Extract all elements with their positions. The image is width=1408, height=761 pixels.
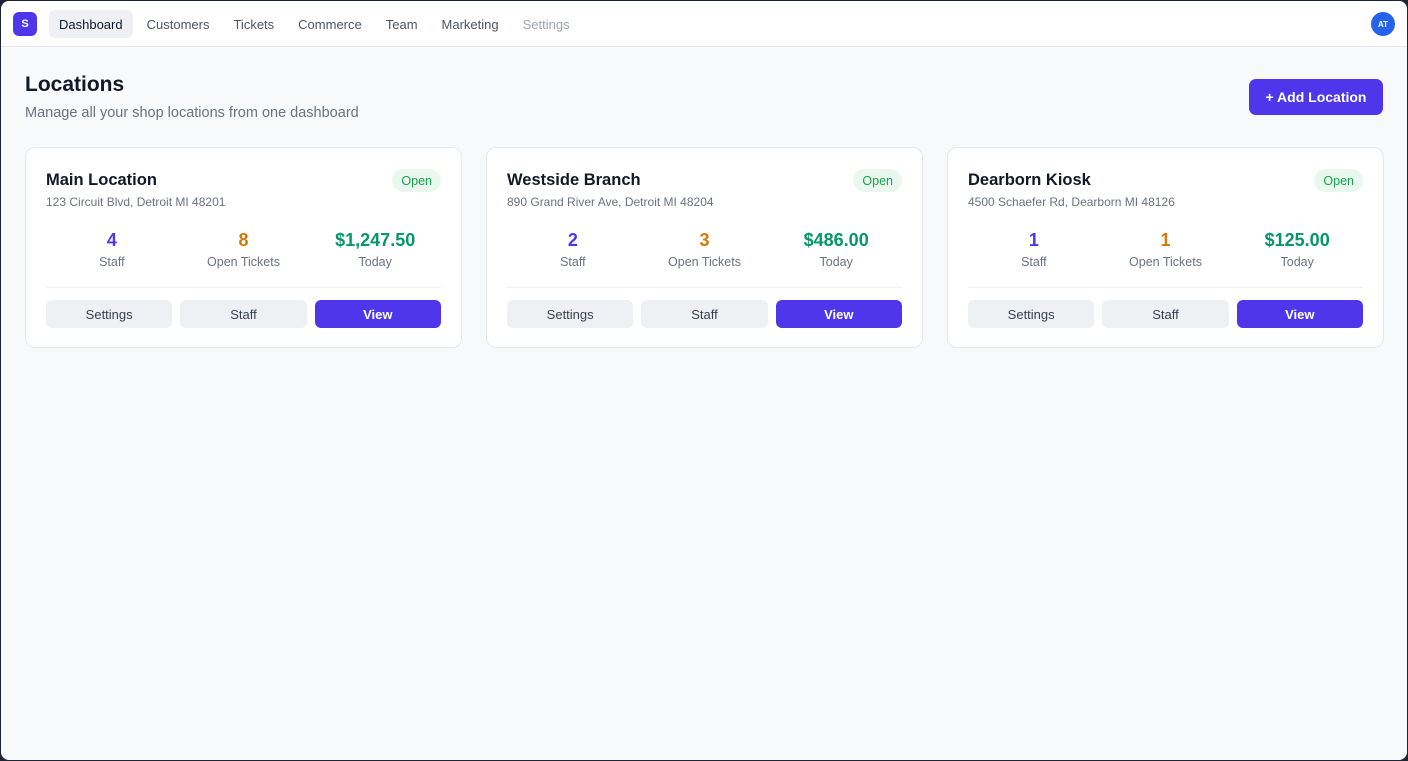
location-address: 4500 Schaefer Rd, Dearborn MI 48126 — [968, 195, 1175, 209]
nav-tickets[interactable]: Tickets — [223, 10, 284, 38]
app-window: S Dashboard Customers Tickets Commerce T… — [1, 1, 1407, 760]
stat-tickets: 1 Open Tickets — [1100, 230, 1232, 269]
stat-today-label: Today — [819, 255, 853, 269]
stat-tickets: 3 Open Tickets — [639, 230, 771, 269]
add-location-button[interactable]: + Add Location — [1249, 79, 1383, 115]
stat-tickets-value: 1 — [1160, 230, 1171, 250]
stat-staff-label: Staff — [560, 255, 586, 269]
nav-team[interactable]: Team — [376, 10, 428, 38]
settings-button[interactable]: Settings — [507, 300, 634, 328]
nav-commerce[interactable]: Commerce — [288, 10, 372, 38]
location-card: Westside Branch 890 Grand River Ave, Det… — [486, 147, 923, 348]
settings-button[interactable]: Settings — [968, 300, 1095, 328]
user-avatar[interactable]: AT — [1371, 12, 1395, 36]
page-title: Locations — [25, 73, 125, 96]
stat-tickets-label: Open Tickets — [1129, 255, 1202, 269]
location-address: 890 Grand River Ave, Detroit MI 48204 — [507, 195, 714, 209]
stat-staff: 4 Staff — [46, 230, 178, 269]
card-divider — [507, 287, 902, 288]
location-stats: 1 Staff 1 Open Tickets $125.00 Today — [968, 230, 1363, 269]
card-actions: Settings Staff View — [968, 300, 1363, 328]
status-badge: Open — [853, 169, 902, 192]
card-divider — [968, 287, 1363, 288]
view-button[interactable]: View — [314, 300, 441, 328]
view-button[interactable]: View — [1236, 300, 1363, 328]
nav-marketing[interactable]: Marketing — [432, 10, 509, 38]
location-name: Main Location — [46, 171, 157, 189]
status-badge: Open — [1314, 169, 1363, 192]
stat-today-label: Today — [1280, 255, 1314, 269]
stat-today-value: $1,247.50 — [335, 230, 416, 250]
location-card: Main Location 123 Circuit Blvd, Detroit … — [25, 147, 462, 348]
stat-today: $125.00 Today — [1231, 230, 1363, 269]
stat-staff-label: Staff — [1021, 255, 1047, 269]
stat-tickets-value: 8 — [238, 230, 249, 250]
card-actions: Settings Staff View — [46, 300, 441, 328]
staff-button[interactable]: Staff — [641, 300, 768, 328]
stat-staff-value: 4 — [106, 230, 117, 250]
app-logo[interactable]: S — [13, 12, 37, 36]
stat-tickets-value: 3 — [699, 230, 710, 250]
nav-dashboard[interactable]: Dashboard — [49, 10, 133, 38]
location-stats: 4 Staff 8 Open Tickets $1,247.50 Today — [46, 230, 441, 269]
location-name: Dearborn Kiosk — [968, 171, 1091, 189]
status-badge: Open — [392, 169, 441, 192]
settings-button[interactable]: Settings — [46, 300, 173, 328]
view-button[interactable]: View — [775, 300, 902, 328]
stat-staff-label: Staff — [99, 255, 125, 269]
card-divider — [46, 287, 441, 288]
stat-staff: 1 Staff — [968, 230, 1100, 269]
stat-today-value: $125.00 — [1264, 230, 1330, 250]
location-stats: 2 Staff 3 Open Tickets $486.00 Today — [507, 230, 902, 269]
location-name: Westside Branch — [507, 171, 641, 189]
stat-staff: 2 Staff — [507, 230, 639, 269]
card-actions: Settings Staff View — [507, 300, 902, 328]
nav-settings[interactable]: Settings — [513, 10, 580, 38]
location-card: Dearborn Kiosk 4500 Schaefer Rd, Dearbor… — [947, 147, 1384, 348]
stat-today: $486.00 Today — [770, 230, 902, 269]
location-cards: Main Location 123 Circuit Blvd, Detroit … — [25, 147, 1384, 348]
nav-customers[interactable]: Customers — [137, 10, 220, 38]
staff-button[interactable]: Staff — [1102, 300, 1229, 328]
stat-tickets-label: Open Tickets — [668, 255, 741, 269]
stat-today-value: $486.00 — [803, 230, 869, 250]
stat-tickets-label: Open Tickets — [207, 255, 280, 269]
stat-staff-value: 1 — [1028, 230, 1039, 250]
stat-today: $1,247.50 Today — [309, 230, 441, 269]
stat-today-label: Today — [358, 255, 392, 269]
stat-tickets: 8 Open Tickets — [178, 230, 310, 269]
main-nav: Dashboard Customers Tickets Commerce Tea… — [49, 10, 580, 38]
stat-staff-value: 2 — [567, 230, 578, 250]
location-address: 123 Circuit Blvd, Detroit MI 48201 — [46, 195, 226, 209]
top-navbar: S Dashboard Customers Tickets Commerce T… — [1, 1, 1407, 47]
page-subtitle: Manage all your shop locations from one … — [25, 105, 359, 121]
staff-button[interactable]: Staff — [180, 300, 307, 328]
